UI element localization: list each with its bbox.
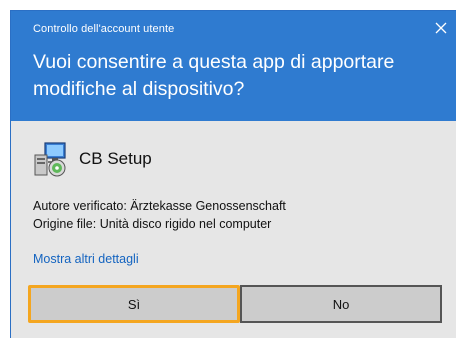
no-button[interactable]: No xyxy=(240,285,442,323)
window-title: Controllo dell'account utente xyxy=(33,23,175,35)
setup-installer-icon xyxy=(34,142,66,177)
app-info: CB Setup xyxy=(33,139,152,179)
publisher-text: Autore verificato: Ärztekasse Genossensc… xyxy=(33,199,286,213)
close-icon xyxy=(435,22,447,34)
close-button[interactable] xyxy=(430,17,452,39)
app-name: CB Setup xyxy=(79,149,152,168)
details-block: Autore verificato: Ärztekasse Genossensc… xyxy=(33,197,286,233)
uac-dialog: Controllo dell'account utente Vuoi conse… xyxy=(10,10,456,338)
dialog-header: Controllo dell'account utente Vuoi conse… xyxy=(11,11,456,121)
prompt-question: Vuoi consentire a questa app di apportar… xyxy=(33,51,395,100)
show-more-details-link[interactable]: Mostra altri dettagli xyxy=(33,252,139,266)
file-origin-text: Origine file: Unità disco rigido nel com… xyxy=(33,217,272,231)
no-button-label: No xyxy=(332,296,350,312)
yes-button[interactable]: Sì xyxy=(28,285,240,323)
yes-button-label: Sì xyxy=(127,296,141,312)
